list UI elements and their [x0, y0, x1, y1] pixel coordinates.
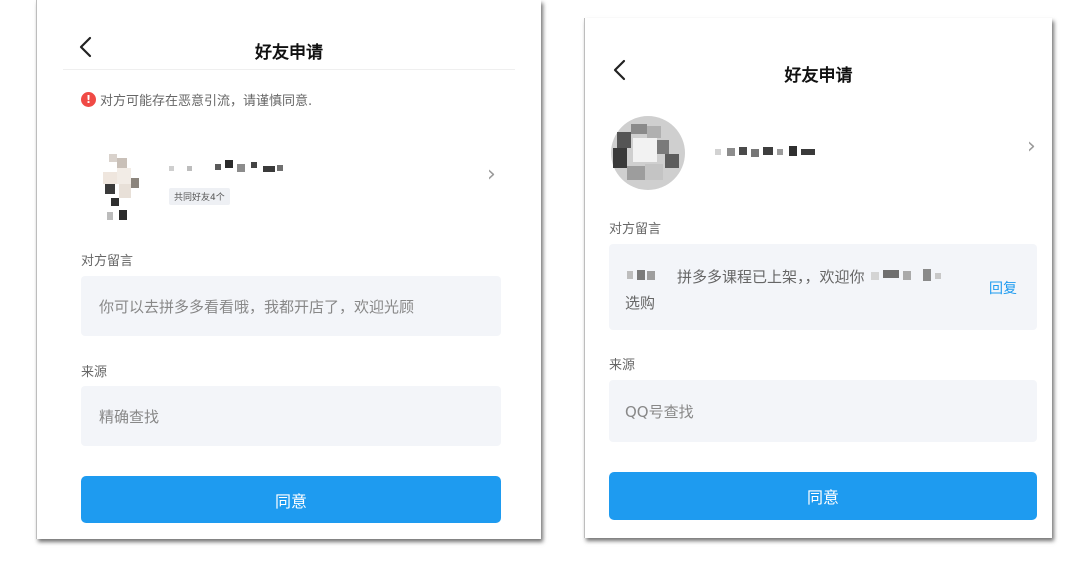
message-box: 拼多多课程已上架，，欢迎你 选购 回复: [609, 244, 1037, 330]
agree-button[interactable]: 同意: [609, 472, 1037, 520]
redacted-prefix: [627, 270, 655, 280]
message-line-2: 选购: [625, 294, 656, 312]
left-screenshot: 好友申请 ! 对方可能存在恶意引流，请谨慎同意. 共同好友4个 › 对方留言 你…: [36, 0, 541, 539]
avatar: [611, 116, 685, 190]
message-label: 对方留言: [81, 254, 134, 269]
source-text: QQ号查找: [625, 402, 694, 421]
message-line-1: 拼多多课程已上架，，欢迎你: [677, 268, 865, 286]
message-box: 你可以去拼多多看看哦，我都开店了，欢迎光顾: [81, 276, 501, 336]
page-title: 好友申请: [255, 43, 323, 63]
nav-bar: 好友申请: [37, 0, 541, 70]
redacted-name: [871, 269, 941, 281]
nav-bar: 好友申请: [585, 18, 1052, 96]
reply-link[interactable]: 回复: [989, 278, 1017, 298]
warning-notice: ! 对方可能存在恶意引流，请谨慎同意.: [81, 90, 312, 109]
username-redacted: [169, 160, 283, 172]
exclamation-icon: !: [81, 92, 96, 107]
mutual-friends-badge: 共同好友4个: [169, 188, 230, 205]
chevron-right-icon: ›: [1027, 134, 1036, 159]
username-redacted: [715, 146, 815, 157]
profile-row[interactable]: ›: [609, 114, 1043, 198]
agree-button[interactable]: 同意: [81, 476, 501, 523]
source-label: 来源: [81, 365, 108, 380]
profile-row[interactable]: 共同好友4个 ›: [81, 146, 521, 226]
source-text: 精确查找: [99, 407, 160, 426]
source-label: 来源: [609, 358, 636, 373]
warning-text: 对方可能存在恶意引流，请谨慎同意.: [100, 94, 313, 109]
page-title: 好友申请: [784, 66, 853, 86]
message-label: 对方留言: [609, 222, 662, 237]
right-screenshot: 好友申请 › 对方留言 拼多多课程已上架，，欢迎你 选购 回复 来源 QQ号查找…: [584, 18, 1052, 538]
nav-divider: [63, 69, 515, 70]
avatar: [103, 154, 139, 220]
source-box: 精确查找: [81, 386, 501, 446]
source-box: QQ号查找: [609, 380, 1037, 442]
chevron-right-icon: ›: [487, 162, 496, 187]
message-text: 你可以去拼多多看看哦，我都开店了，欢迎光顾: [99, 297, 415, 316]
